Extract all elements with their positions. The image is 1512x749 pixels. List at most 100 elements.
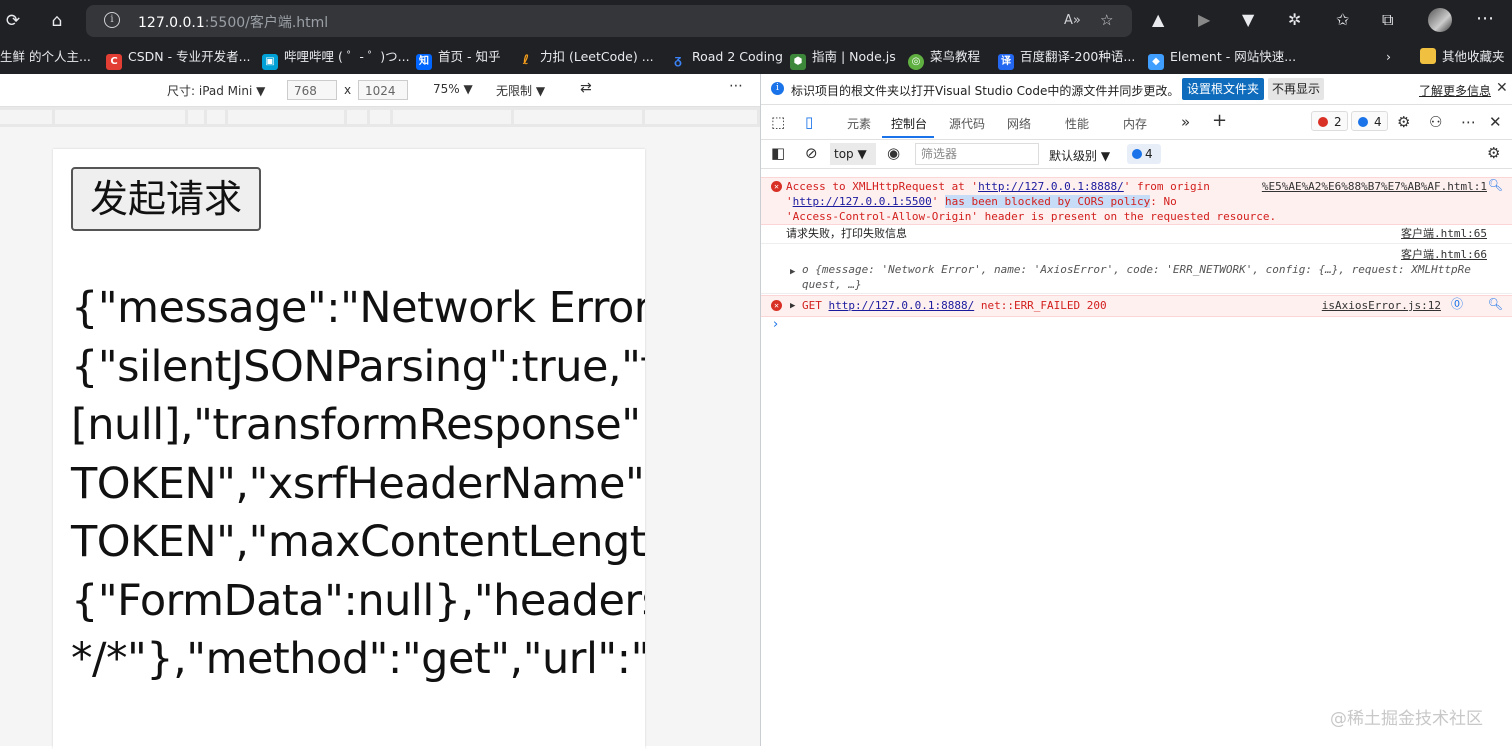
device-height-input[interactable]: 1024 [358,80,408,100]
baidu-translate-icon: 译 [998,54,1014,70]
site-info-icon[interactable]: i [104,12,120,28]
bookmark-item[interactable]: ◆ Element - 网站快速... [1148,48,1296,70]
console-settings-gear-icon[interactable]: ⚙ [1487,144,1500,162]
bookmark-item[interactable]: ᵹ Road 2 Coding [670,48,783,69]
road2coding-icon: ᵹ [674,53,682,68]
nodejs-icon: ⬢ [790,54,806,70]
inspect-element-icon[interactable]: ⬚ [771,113,785,131]
learn-more-link[interactable]: 了解更多信息 [1419,82,1491,99]
console-error-message: ✕ Access to XMLHttpRequest at 'http://12… [761,177,1512,225]
console-log-object: 客户端.html:66 ▶ o {message: 'Network Error… [761,245,1512,294]
devtools-panel: i 标识项目的根文件夹以打开Visual Studio Code中的源文件并同步… [760,74,1512,746]
prompt-chevron-icon: › [773,317,779,332]
watermark: @稀土掘金技术社区 [1330,709,1483,729]
settings-gear-icon[interactable]: ⚙ [1397,113,1410,131]
console-prompt[interactable]: › [761,317,1512,335]
search-icon[interactable]: 🔍︎ [1488,178,1503,193]
message-count-badge[interactable]: 4 [1351,111,1388,131]
reload-icon[interactable]: ⟳ [0,8,26,34]
extensions-puzzle-icon[interactable]: ✲ [1288,10,1301,30]
device-width-input[interactable]: 768 [287,80,337,100]
bilibili-icon: ▣ [262,54,278,70]
sidebar-toggle-icon[interactable]: ◧ [771,144,785,162]
clear-console-icon[interactable]: ⊘ [805,144,818,162]
favorites-icon[interactable]: ✩ [1336,10,1349,30]
bookmark-item[interactable]: 译百度翻译-200种语... [998,48,1135,70]
home-icon[interactable]: ⌂ [44,8,70,34]
profile-avatar[interactable] [1428,8,1452,32]
folder-icon [1420,48,1436,64]
tab-performance[interactable]: 性能 [1065,115,1089,132]
bookmark-item[interactable]: ▣ 哔哩哔哩 ( ゜- ゜)つ... [262,48,410,70]
network-panel-icon[interactable]: ⓪ [1451,297,1463,312]
context-select[interactable]: top ▼ [830,143,876,165]
filter-message-count[interactable]: 4 [1127,144,1161,164]
extension-down-icon[interactable]: ▼ [1242,10,1254,30]
dont-show-again-button[interactable]: 不再显示 [1268,78,1324,100]
customize-icon[interactable]: ⚇ [1429,113,1442,131]
bookmark-item[interactable]: ⬢ 指南 | Node.js [790,48,896,70]
cors-request-url[interactable]: http://127.0.0.1:8888/ [978,180,1124,193]
device-toolbar: 尺寸: iPad Mini ▼ 768 x 1024 75% ▼ 无限制 ▼ ⇄… [0,74,760,107]
tab-sources[interactable]: 源代码 [949,115,985,132]
bookmarks-more-icon[interactable]: › [1386,48,1391,66]
url-text[interactable]: 127.0.0.1:5500/客户端.html [138,12,328,32]
failed-request-url[interactable]: http://127.0.0.1:8888/ [829,299,975,312]
send-request-button[interactable]: 发起请求 [71,167,261,231]
tab-memory[interactable]: 内存 [1123,115,1147,132]
browser-menu-icon[interactable]: ⋯ [1476,8,1494,29]
extension-play-icon[interactable]: ▶ [1198,10,1210,30]
expand-triangle-icon[interactable]: ▶ [790,265,795,280]
favorite-star-icon[interactable]: ☆ [1100,11,1113,29]
console-source-link[interactable]: 客户端.html:66 [1401,247,1487,262]
close-devtools-icon[interactable]: ✕ [1489,113,1502,131]
console-source-link[interactable]: 客户端.html:65 [1401,226,1487,241]
runoob-icon: ◎ [908,54,924,70]
close-icon[interactable]: ✕ [1496,80,1508,96]
zoom-select[interactable]: 75% ▼ [433,82,473,96]
bookmark-folder[interactable]: 其他收藏夹 [1420,48,1505,66]
dimension-separator: x [344,83,352,97]
expand-triangle-icon[interactable]: ▶ [790,299,795,314]
rotate-icon[interactable]: ⇄ [580,80,592,96]
console-filter-input[interactable]: 筛选器 [915,143,1039,165]
url-path: :5500/客户端.html [204,15,329,31]
console-output: ✕ Access to XMLHttpRequest at 'http://12… [761,169,1512,746]
media-query-ruler [0,107,760,127]
search-icon[interactable]: 🔍︎ [1488,297,1503,312]
throttle-select[interactable]: 无限制 ▼ [496,82,545,99]
bookmark-item[interactable]: ◎ 菜鸟教程 [908,48,980,70]
device-more-icon[interactable]: ⋯ [729,78,743,94]
tab-elements[interactable]: 元素 [847,115,871,132]
message-icon [1358,117,1368,127]
bookmark-item[interactable]: 知首页 - 知乎 [416,48,500,70]
devtools-more-icon[interactable]: ⋯ [1461,113,1476,131]
console-source-link[interactable]: %E5%AE%A2%E6%88%B7%E7%AB%AF.html:1 [1262,179,1487,194]
console-log-message: 请求失败，打印失败信息 客户端.html:65 [761,225,1512,244]
more-tabs-icon[interactable]: » [1181,113,1190,131]
address-bar[interactable]: i 127.0.0.1:5500/客户端.html A» ☆ [86,5,1132,37]
device-select[interactable]: 尺寸: iPad Mini ▼ [167,82,265,99]
live-expression-eye-icon[interactable]: ◉ [887,144,900,162]
tab-console[interactable]: 控制台 [891,115,927,132]
add-tab-icon[interactable]: + [1212,110,1227,131]
bookmark-item[interactable]: ℓ 力扣 (LeetCode) ... [518,48,654,69]
cors-blocked-text: has been blocked by CORS policy [944,195,1151,208]
bookmark-item[interactable]: 生鲜 的个人主... [0,48,91,66]
tab-network[interactable]: 网络 [1007,115,1031,132]
log-level-select[interactable]: 默认级别 ▼ [1049,147,1110,164]
console-network-error: ✕ ▶ GET http://127.0.0.1:8888/ net::ERR_… [761,295,1512,317]
extension-vue-icon[interactable]: ▲ [1152,10,1164,30]
element-icon: ◆ [1148,54,1164,70]
devtools-tabbar: ⬚ ▯ 元素 控制台 源代码 网络 性能 内存 » + 2 4 ⚙ ⚇ ⋯ ✕ [761,105,1512,140]
bookmarks-bar: 生鲜 的个人主... C CSDN - 专业开发者... ▣ 哔哩哔哩 ( ゜- ゜… [0,42,1512,75]
bookmark-item[interactable]: C CSDN - 专业开发者... [106,48,251,70]
error-count-badge[interactable]: 2 [1311,111,1348,131]
device-emulation-icon[interactable]: ▯ [805,113,813,131]
cors-origin-url[interactable]: http://127.0.0.1:5500 [793,195,932,208]
collections-icon[interactable]: ⧉ [1382,10,1393,30]
set-root-folder-button[interactable]: 设置根文件夹 [1182,78,1264,100]
info-icon: i [771,82,784,95]
read-aloud-icon[interactable]: A» [1064,13,1081,28]
console-source-link[interactable]: isAxiosError.js:12 [1322,298,1441,313]
